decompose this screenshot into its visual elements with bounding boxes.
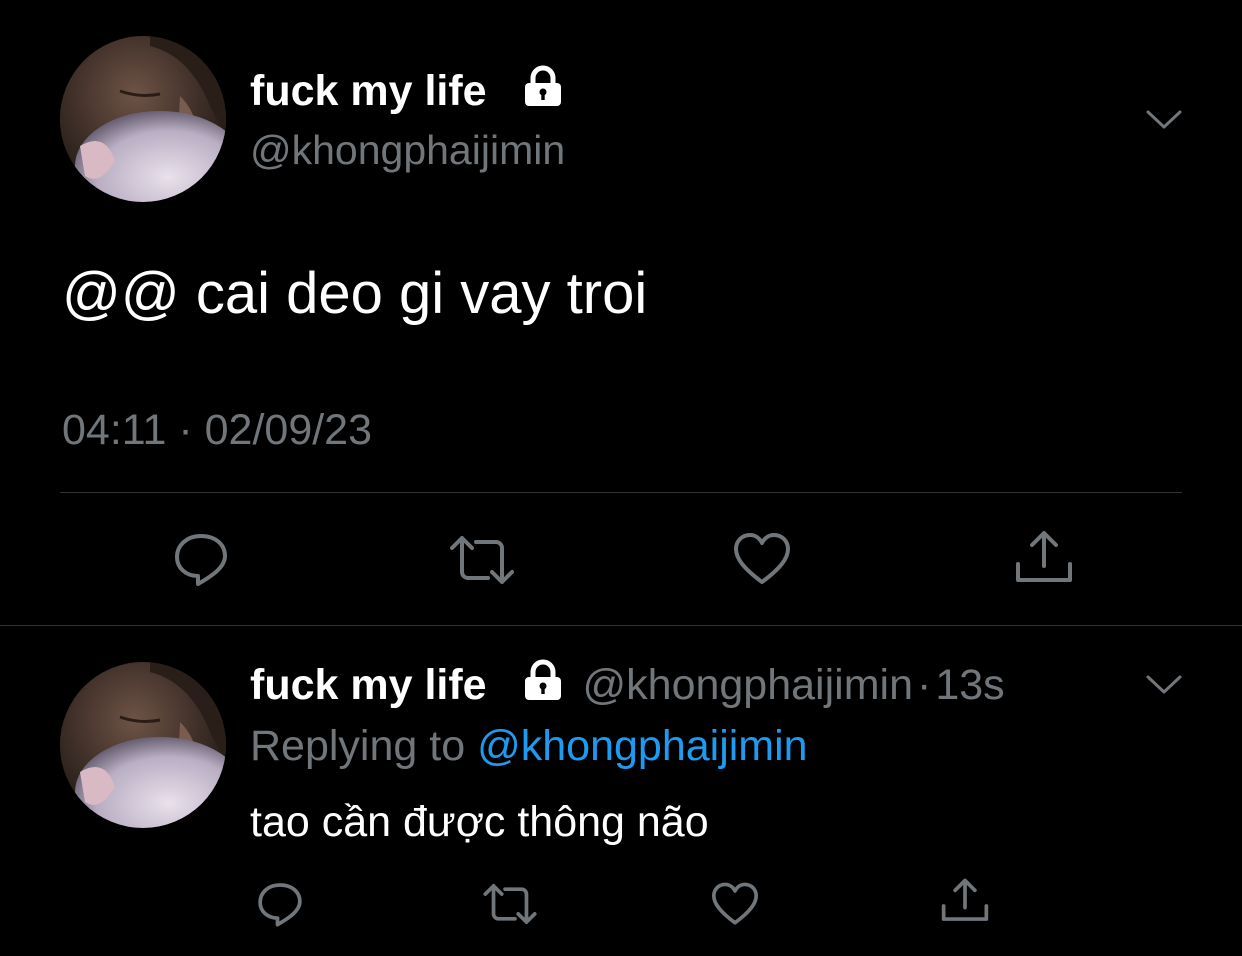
display-name[interactable]: fuck my life: [250, 62, 565, 123]
tweet-age[interactable]: 13s: [935, 661, 1004, 709]
tweet-timestamp[interactable]: 04:11 · 02/09/23: [62, 402, 372, 458]
separator: ·: [917, 661, 932, 709]
avatar[interactable]: [60, 662, 226, 828]
divider: [0, 625, 1242, 626]
replying-prefix: Replying to: [250, 722, 466, 770]
display-name-text[interactable]: fuck my life: [250, 67, 487, 115]
replying-to: Replying to @khongphaijimin: [250, 718, 808, 774]
chevron-down-icon[interactable]: [1144, 669, 1184, 704]
avatar[interactable]: [60, 36, 226, 202]
lock-icon: [521, 64, 565, 123]
handle[interactable]: @khongphaijimin: [583, 661, 914, 709]
reply-icon[interactable]: [172, 530, 230, 593]
retweet-icon[interactable]: [482, 882, 538, 931]
share-icon[interactable]: [940, 878, 990, 929]
handle[interactable]: @khongphaijimin: [250, 123, 565, 177]
heart-icon[interactable]: [711, 882, 759, 931]
display-name[interactable]: fuck my life: [250, 661, 487, 709]
share-icon[interactable]: [1014, 530, 1074, 591]
tweet-text: @@ cai deo gi vay troi: [62, 261, 648, 326]
retweet-icon[interactable]: [448, 534, 516, 591]
divider: [60, 492, 1182, 493]
reply-header: fuck my life @khongphaijimin·13s: [250, 656, 1005, 717]
chevron-down-icon[interactable]: [1144, 104, 1184, 139]
lock-icon: [521, 658, 565, 717]
heart-icon[interactable]: [733, 532, 791, 591]
tweet-text: tao cần được thông não: [250, 798, 709, 846]
replying-handle-link[interactable]: @khongphaijimin: [477, 722, 808, 770]
reply-icon[interactable]: [256, 880, 304, 933]
